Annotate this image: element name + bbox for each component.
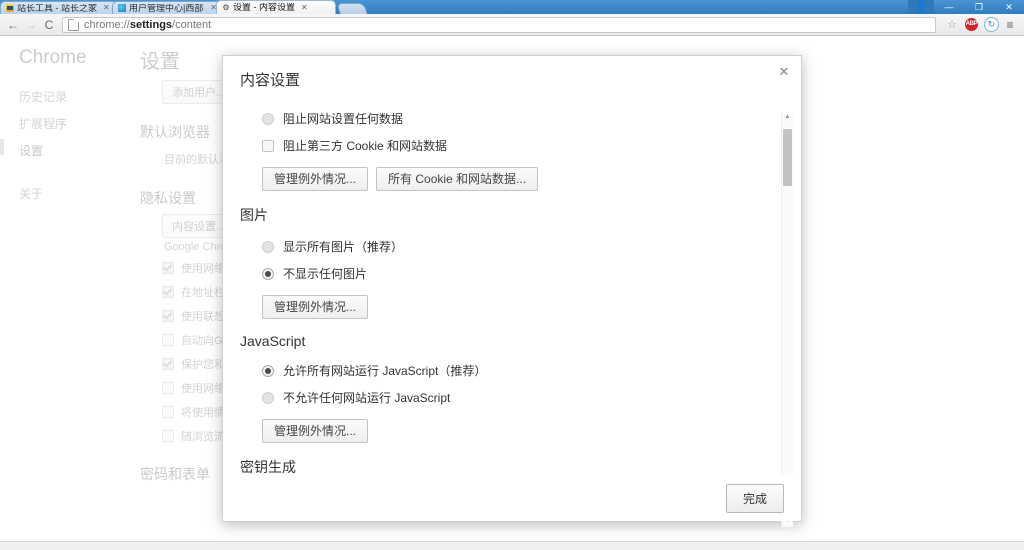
all-cookies-and-site-data-button[interactable]: 所有 Cookie 和网站数据... <box>376 167 539 191</box>
gear-icon: ⚙ <box>222 2 230 12</box>
javascript-button-row: 管理例外情况... <box>262 419 779 443</box>
option-show-no-images[interactable]: 不显示任何图片 <box>262 260 779 287</box>
radio-icon[interactable] <box>262 240 274 253</box>
maximize-button[interactable]: ❐ <box>964 0 994 14</box>
cookies-button-row: 管理例外情况... 所有 Cookie 和网站数据... <box>262 167 779 191</box>
radio-icon[interactable] <box>262 391 274 404</box>
forward-button[interactable]: → <box>22 16 40 34</box>
option-label: 显示所有图片（推荐） <box>283 240 404 254</box>
new-tab-button[interactable] <box>336 3 368 14</box>
address-bar[interactable]: chrome://settings/content <box>62 16 937 33</box>
tab-zhanzhang[interactable]: 站长工具 - 站长之家 ✕ <box>0 1 118 14</box>
option-label: 不允许任何网站运行 JavaScript <box>283 391 451 405</box>
radio-icon-selected[interactable] <box>262 267 274 280</box>
window-bottom-strip <box>0 541 1024 550</box>
bookmark-star-icon[interactable]: ☆ <box>947 18 957 31</box>
manage-exceptions-button-cookies[interactable]: 管理例外情况... <box>262 167 369 191</box>
close-icon[interactable]: ✕ <box>103 4 110 12</box>
window-controls: 👤 — ❐ ✕ <box>908 0 1024 14</box>
url-text: chrome://settings/content <box>84 19 211 31</box>
dialog-body: 阻止网站设置任何数据 阻止第三方 Cookie 和网站数据 管理例外情况... … <box>223 96 801 473</box>
content-settings-dialog: 内容设置 ✕ 阻止网站设置任何数据 阻止第三方 Cookie 和网站数据 管理例… <box>222 55 802 527</box>
sync-icon[interactable]: ↻ <box>984 17 999 32</box>
chrome-menu-icon[interactable]: ≡ <box>1003 19 1017 31</box>
section-heading-javascript: JavaScript <box>240 333 306 349</box>
dialog-title: 内容设置 <box>240 72 301 89</box>
close-icon[interactable]: ✕ <box>301 3 308 12</box>
tab-settings[interactable]: ⚙ 设置 - 内容设置 ✕ <box>216 0 336 14</box>
dialog-scrollbar[interactable]: ▲ ▼ <box>781 112 793 527</box>
radio-icon-selected[interactable] <box>262 364 274 377</box>
manage-exceptions-button-images[interactable]: 管理例外情况... <box>262 295 369 319</box>
close-icon[interactable]: ✕ <box>776 63 792 79</box>
browser-window: 站长工具 - 站长之家 ✕ 用户管理中心|西部数 ✕ ⚙ 设置 - 内容设置 ✕… <box>0 0 1024 550</box>
option-label: 阻止网站设置任何数据 <box>283 112 404 126</box>
scroll-up-icon[interactable]: ▲ <box>782 112 793 123</box>
minimize-button[interactable]: — <box>934 0 964 14</box>
option-allow-javascript[interactable]: 允许所有网站运行 JavaScript（推荐） <box>262 357 779 384</box>
user-center-icon <box>118 4 126 12</box>
page-document-icon <box>68 18 79 31</box>
option-block-all-data[interactable]: 阻止网站设置任何数据 <box>262 105 779 132</box>
browser-toolbar: ← → C chrome://settings/content ☆ ABP ↻ … <box>0 14 1024 36</box>
section-heading-keygen: 密钥生成 <box>240 459 296 473</box>
dialog-footer: 完成 <box>223 475 801 521</box>
done-button[interactable]: 完成 <box>725 483 784 513</box>
tab-strip: 站长工具 - 站长之家 ✕ 用户管理中心|西部数 ✕ ⚙ 设置 - 内容设置 ✕ <box>0 0 368 14</box>
url-host: settings <box>129 18 173 31</box>
dialog-scroll-content: 阻止网站设置任何数据 阻止第三方 Cookie 和网站数据 管理例外情况... … <box>223 97 779 473</box>
scrollbar-thumb[interactable] <box>783 129 792 186</box>
adblock-icon[interactable]: ABP <box>965 18 978 31</box>
title-bar: 站长工具 - 站长之家 ✕ 用户管理中心|西部数 ✕ ⚙ 设置 - 内容设置 ✕… <box>0 0 1024 14</box>
tab-user-center[interactable]: 用户管理中心|西部数 ✕ <box>112 1 222 14</box>
option-block-javascript[interactable]: 不允许任何网站运行 JavaScript <box>262 384 779 411</box>
site-tool-icon <box>6 4 14 12</box>
close-window-button[interactable]: ✕ <box>994 0 1024 14</box>
back-button[interactable]: ← <box>4 16 22 34</box>
section-heading-images: 图片 <box>240 207 268 223</box>
checkbox-icon[interactable] <box>262 139 274 152</box>
url-prefix: chrome:// <box>84 18 130 31</box>
tab-title: 用户管理中心|西部数 <box>129 3 205 13</box>
option-label: 不显示任何图片 <box>283 267 368 281</box>
images-button-row: 管理例外情况... <box>262 295 779 319</box>
option-show-all-images[interactable]: 显示所有图片（推荐） <box>262 233 779 260</box>
url-path: /content <box>172 18 212 31</box>
manage-exceptions-button-javascript[interactable]: 管理例外情况... <box>262 419 369 443</box>
reload-button[interactable]: C <box>40 16 58 34</box>
user-account-icon[interactable]: 👤 <box>908 0 934 14</box>
tab-title: 站长工具 - 站长之家 <box>17 3 97 13</box>
option-label: 允许所有网站运行 JavaScript（推荐） <box>283 364 487 378</box>
radio-icon[interactable] <box>262 112 274 125</box>
tab-title: 设置 - 内容设置 <box>233 3 295 12</box>
modal-overlay: 内容设置 ✕ 阻止网站设置任何数据 阻止第三方 Cookie 和网站数据 管理例… <box>0 37 1024 550</box>
option-block-third-party-cookies[interactable]: 阻止第三方 Cookie 和网站数据 <box>262 132 779 159</box>
option-label: 阻止第三方 Cookie 和网站数据 <box>283 139 448 153</box>
